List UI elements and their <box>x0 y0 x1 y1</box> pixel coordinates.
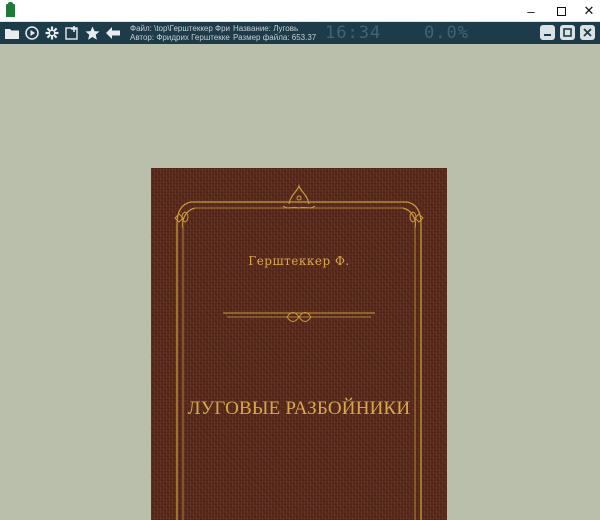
close-panel-icon[interactable] <box>580 25 595 40</box>
add-bookmark-icon[interactable] <box>63 24 81 42</box>
close-button[interactable]: ✕ <box>566 0 600 22</box>
file-path-label: Файл: \top\Герштеккер Фри <box>130 24 230 33</box>
restore-panel-icon[interactable] <box>560 25 575 40</box>
file-size-label: Размер файла: 653.37 <box>233 33 317 42</box>
cover-ornament-frame <box>174 184 424 520</box>
book-title-label: Название: Луговь <box>233 24 299 33</box>
play-icon[interactable] <box>23 24 41 42</box>
cover-title: ЛУГОВЫЕ РАЗБОЙНИКИ <box>187 398 411 419</box>
gear-icon[interactable] <box>43 24 61 42</box>
book-cover: Герштеккер Ф. ЛУГОВЫЕ РАЗБОЙНИКИ <box>151 168 447 520</box>
cover-author: Герштеккер Ф. <box>248 254 350 268</box>
maximize-icon <box>556 6 566 16</box>
toolbar: Файл: \top\Герштеккер Фри Автор: Фридрих… <box>0 22 600 44</box>
folder-icon[interactable] <box>3 24 21 42</box>
star-icon[interactable] <box>83 24 101 42</box>
clock-display: 16:34 <box>325 23 382 43</box>
author-label: Автор: Фридрих Герштеккер <box>130 33 230 42</box>
book-icon <box>6 2 15 17</box>
minimize-panel-icon[interactable] <box>540 25 555 40</box>
window-titlebar: – ✕ <box>0 0 600 22</box>
back-arrow-icon[interactable] <box>104 24 122 42</box>
progress-display: 0.0% <box>424 23 469 43</box>
